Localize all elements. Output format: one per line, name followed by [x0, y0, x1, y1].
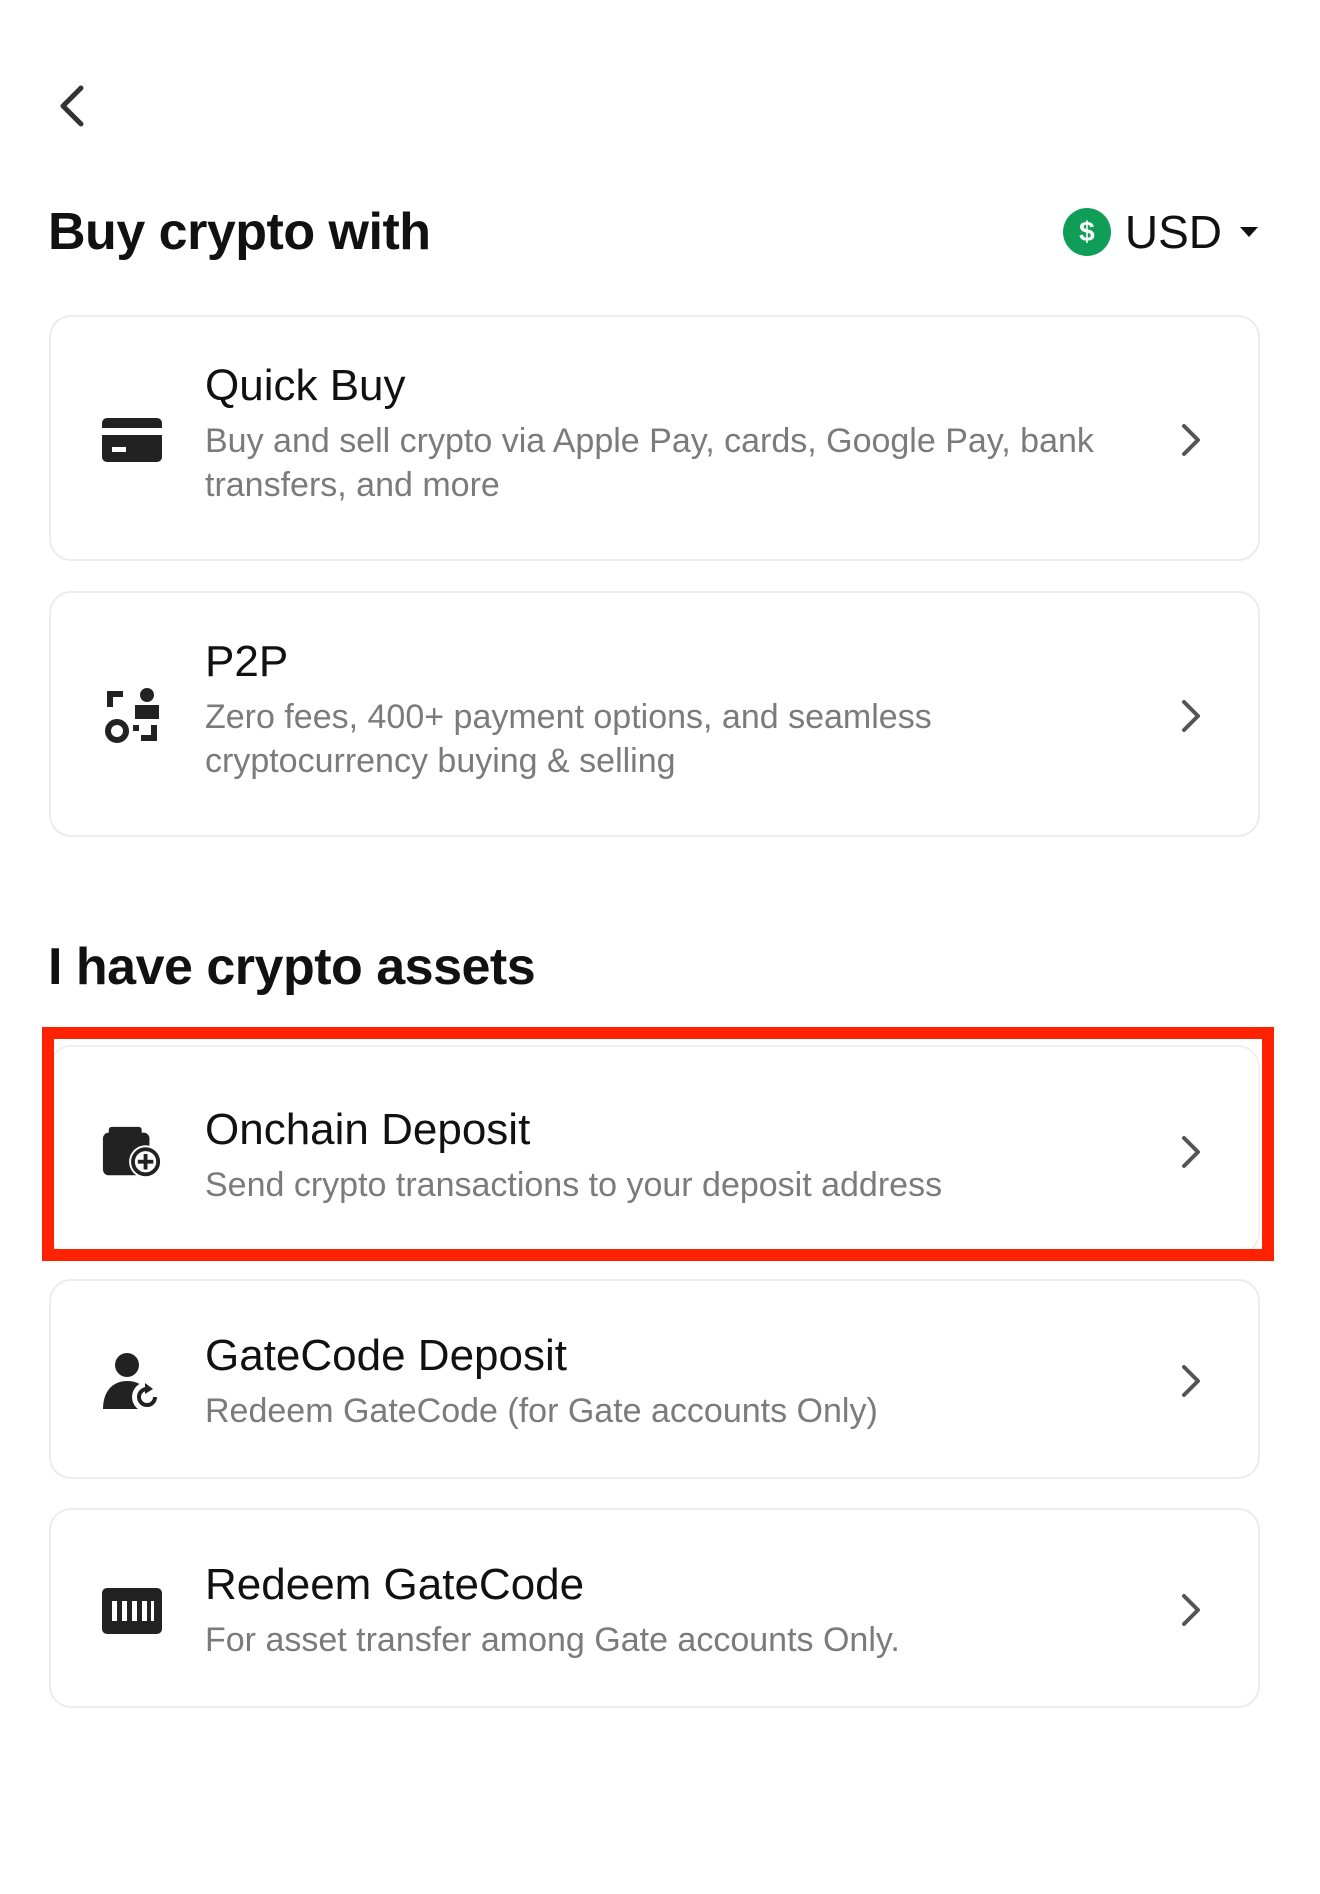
user-refresh-icon: [101, 1351, 163, 1413]
buy-section-title: Buy crypto with: [48, 203, 431, 261]
currency-label: USD: [1124, 206, 1222, 258]
currency-selector[interactable]: $ USD: [1062, 204, 1258, 260]
option-title: Redeem GateCode: [205, 1560, 585, 1609]
option-description: Zero fees, 400+ payment options, and sea…: [205, 698, 932, 780]
assets-section-title: I have crypto assets: [48, 938, 536, 996]
p2p-exchange-icon: [101, 685, 163, 747]
wallet-add-icon: [101, 1122, 163, 1184]
chevron-right-icon: [1176, 1361, 1206, 1401]
chevron-right-icon: [1176, 420, 1206, 460]
redeem-gatecode-option[interactable]: Redeem GateCode For asset transfer among…: [49, 1508, 1260, 1708]
credit-card-icon: [101, 409, 163, 471]
back-button[interactable]: [50, 78, 94, 134]
option-title: Onchain Deposit: [205, 1105, 531, 1154]
chevron-right-icon: [1176, 1132, 1206, 1172]
quick-buy-option[interactable]: Quick Buy Buy and sell crypto via Apple …: [49, 315, 1260, 561]
option-description: Buy and sell crypto via Apple Pay, cards…: [205, 422, 1094, 504]
gatecode-deposit-option[interactable]: GateCode Deposit Redeem GateCode (for Ga…: [49, 1279, 1260, 1479]
chevron-left-icon: [60, 85, 84, 127]
option-description: For asset transfer among Gate accounts O…: [205, 1621, 900, 1659]
caret-down-icon: [1240, 227, 1258, 237]
onchain-deposit-option[interactable]: Onchain Deposit Send crypto transactions…: [49, 1045, 1260, 1255]
option-title: P2P: [205, 637, 289, 686]
chevron-right-icon: [1176, 1590, 1206, 1630]
dollar-icon: $: [1062, 208, 1111, 256]
option-title: GateCode Deposit: [205, 1331, 567, 1380]
option-description: Send crypto transactions to your deposit…: [205, 1166, 943, 1204]
chevron-right-icon: [1176, 696, 1206, 736]
p2p-option[interactable]: P2P Zero fees, 400+ payment options, and…: [49, 591, 1260, 837]
option-title: Quick Buy: [205, 361, 406, 410]
option-description: Redeem GateCode (for Gate accounts Only): [205, 1392, 878, 1430]
barcode-icon: [101, 1580, 163, 1642]
